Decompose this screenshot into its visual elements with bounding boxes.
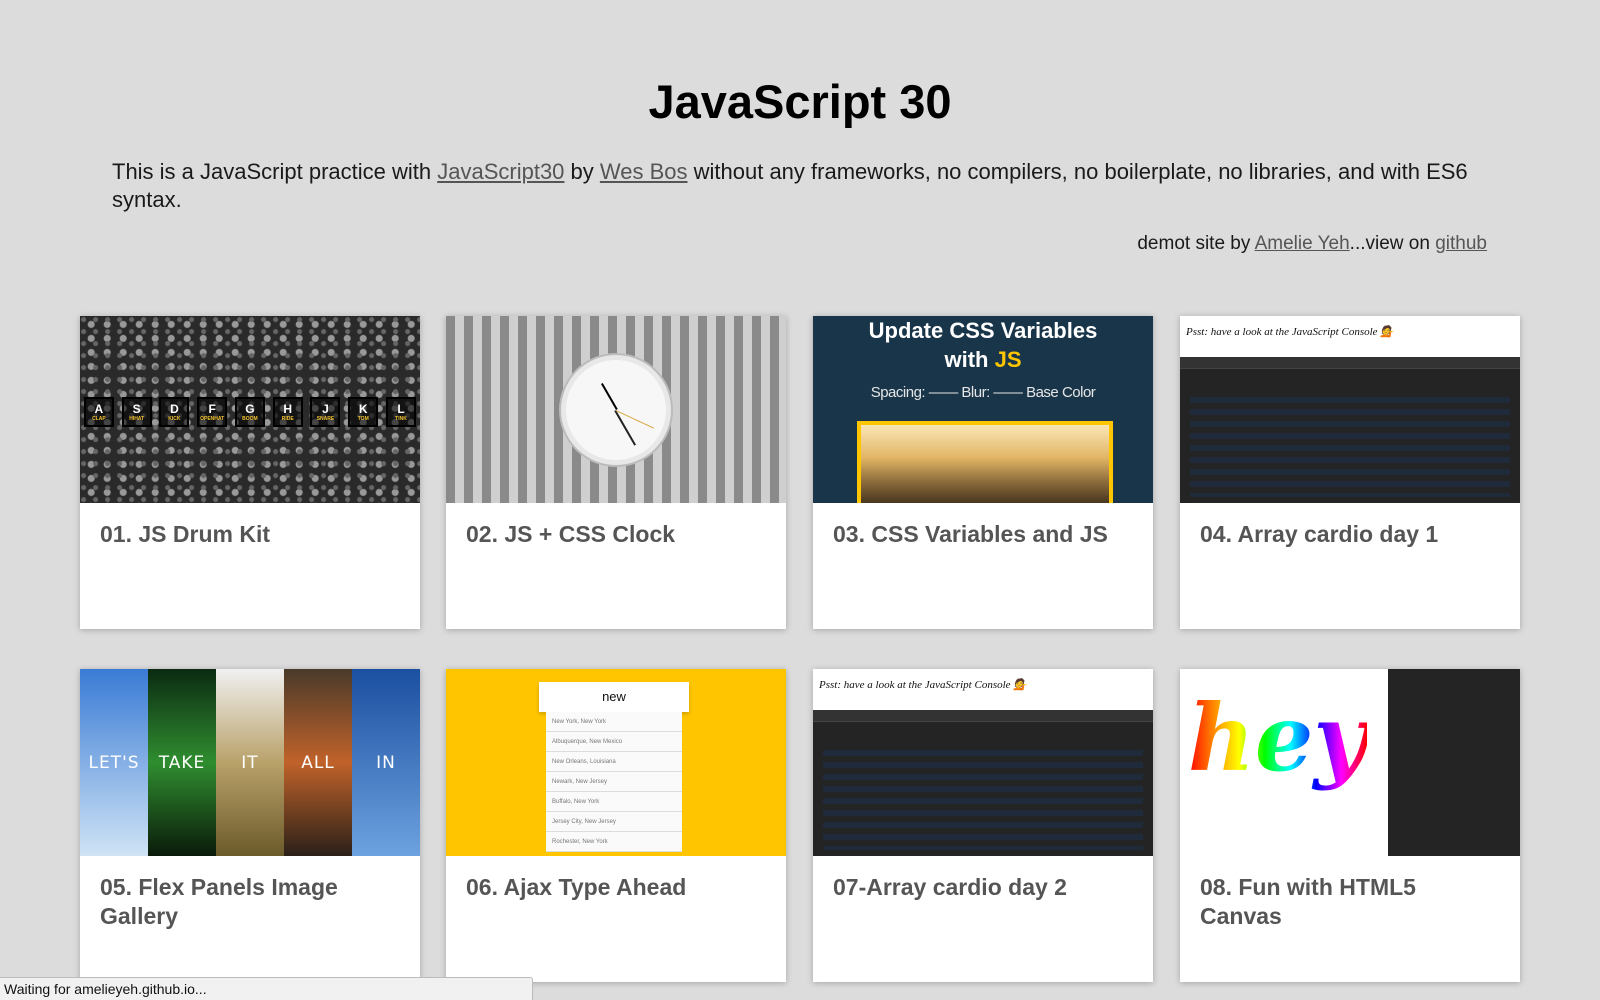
drum-key-sound: TOM bbox=[357, 416, 369, 422]
suggestion-row: Albuquerque, New Mexico bbox=[546, 732, 682, 752]
intro-text: This is a JavaScript practice with bbox=[112, 159, 438, 184]
console-table bbox=[1190, 397, 1510, 497]
page-title: JavaScript 30 bbox=[648, 75, 952, 128]
drum-key: A CLAP bbox=[83, 397, 114, 427]
devtools-tabs bbox=[1180, 357, 1520, 369]
flex-panel: TAKE bbox=[148, 669, 216, 856]
drum-key: H RIDE bbox=[272, 397, 303, 427]
project-card-clock[interactable]: 02. JS + CSS Clock bbox=[446, 316, 786, 629]
console-table bbox=[823, 750, 1143, 850]
card-title: 02. JS + CSS Clock bbox=[466, 521, 676, 547]
drum-key-sound: BOOM bbox=[242, 416, 258, 422]
drum-key-sound: CLAP bbox=[92, 416, 106, 422]
author-link[interactable]: Amelie Yeh bbox=[1255, 233, 1350, 254]
project-card-flex-panels[interactable]: LET'S TAKE IT ALL IN 05. Flex Panels Image G… bbox=[80, 669, 420, 982]
drum-key-sound: TINK bbox=[395, 416, 407, 422]
suggestion-row: Jersey City, New Jersey bbox=[546, 812, 682, 832]
flex-panel: IN bbox=[352, 669, 420, 856]
suggestion-row: Rochester, New York bbox=[546, 832, 682, 852]
drum-kit-thumbnail: A CLAP S HIHAT D KICK F OPENHAT G BOOM H RIDE J SNARE… bbox=[80, 316, 420, 503]
javascript30-link[interactable]: JavaScript30 bbox=[437, 159, 564, 184]
project-card-canvas[interactable]: hey 08. Fun with HTML5 Canvas bbox=[1180, 669, 1520, 982]
vars-heading-line1: Update CSS Variables bbox=[868, 318, 1098, 343]
credit-mid-text: ...view on bbox=[1349, 233, 1436, 254]
drum-key-sound: KICK bbox=[168, 416, 181, 422]
suggestions-list: New York, New York Albuquerque, New Mexic… bbox=[546, 712, 682, 852]
flex-panels-thumbnail: LET'S TAKE IT ALL IN bbox=[80, 669, 420, 856]
css-variables-thumbnail: Update CSS Variables with JS Spacing: —— … bbox=[813, 316, 1153, 503]
drum-key: G BOOM bbox=[234, 397, 265, 427]
suggestion-row: New Orleans, Louisiana bbox=[546, 752, 682, 772]
drum-key: J SNARE bbox=[310, 397, 341, 427]
project-card-array-cardio-2[interactable]: Psst: have a look at the JavaScript Cons… bbox=[813, 669, 1153, 982]
card-title: 03. CSS Variables and JS bbox=[833, 521, 1108, 547]
credit-text: demot site by bbox=[1137, 233, 1255, 254]
card-title: 06. Ajax Type Ahead bbox=[466, 874, 687, 900]
flex-panel: IT bbox=[216, 669, 284, 856]
type-ahead-thumbnail: new New York, New York Albuquerque, New M… bbox=[446, 669, 786, 856]
card-title: 04. Array cardio day 1 bbox=[1200, 521, 1439, 547]
github-link[interactable]: github bbox=[1435, 233, 1487, 254]
vars-heading: Update CSS Variables with JS bbox=[813, 316, 1153, 374]
project-card-type-ahead[interactable]: new New York, New York Albuquerque, New M… bbox=[446, 669, 786, 982]
clock-thumbnail bbox=[446, 316, 786, 503]
flex-panel: LET'S bbox=[80, 669, 148, 856]
devtools-console bbox=[813, 710, 1153, 856]
hey-drawing: hey bbox=[1188, 684, 1367, 792]
drum-key: S HIHAT bbox=[121, 397, 152, 427]
vars-heading-with: with bbox=[944, 347, 995, 372]
project-card-array-cardio-1[interactable]: Psst: have a look at the JavaScript Cons… bbox=[1180, 316, 1520, 629]
vars-heading-js: JS bbox=[994, 347, 1022, 372]
drum-key-sound: RIDE bbox=[281, 416, 294, 422]
card-title: 01. JS Drum Kit bbox=[100, 521, 270, 547]
clock-face bbox=[561, 355, 671, 465]
intro-by-text: by bbox=[564, 159, 600, 184]
drum-keys: A CLAP S HIHAT D KICK F OPENHAT G BOOM H RIDE J SNARE… bbox=[80, 397, 420, 427]
drum-key-sound: OPENHAT bbox=[200, 416, 225, 422]
array-cardio-2-thumbnail: Psst: have a look at the JavaScript Cons… bbox=[813, 669, 1153, 856]
project-card-drum-kit[interactable]: A CLAP S HIHAT D KICK F OPENHAT G BOOM H RIDE J SNARE… bbox=[80, 316, 420, 629]
devtools-console bbox=[1180, 357, 1520, 503]
drum-key: F OPENHAT bbox=[197, 397, 228, 427]
search-box: new bbox=[539, 682, 689, 712]
vars-controls: Spacing: —— Blur: —— Base Color bbox=[870, 384, 1096, 401]
suggestion-row: Buffalo, New York bbox=[546, 792, 682, 812]
card-title: 07-Array cardio day 2 bbox=[833, 874, 1067, 900]
drum-key-sound: HIHAT bbox=[129, 416, 145, 422]
drum-key: D KICK bbox=[159, 397, 190, 427]
flex-panel: ALL bbox=[284, 669, 352, 856]
suggestion-row: New York, New York bbox=[546, 712, 682, 732]
drum-key-sound: SNARE bbox=[316, 416, 335, 422]
card-title: 05. Flex Panels Image Gallery bbox=[100, 874, 338, 929]
devtools-tabs bbox=[813, 710, 1153, 722]
project-card-css-variables[interactable]: Update CSS Variables with JS Spacing: —— … bbox=[813, 316, 1153, 629]
psst-text: Psst: have a look at the JavaScript Cons… bbox=[1186, 326, 1394, 338]
status-bar: Waiting for amelieyeh.github.io... bbox=[0, 977, 533, 1000]
wes-bos-link[interactable]: Wes Bos bbox=[600, 159, 688, 184]
landscape-image bbox=[857, 421, 1113, 503]
psst-text: Psst: have a look at the JavaScript Cons… bbox=[819, 679, 1027, 691]
credit-line: demot site by Amelie Yeh...view on githu… bbox=[1137, 233, 1487, 255]
devtools-panel bbox=[1388, 669, 1520, 856]
drum-key: K TOM bbox=[348, 397, 379, 427]
intro-paragraph: This is a JavaScript practice with JavaS… bbox=[112, 158, 1492, 214]
suggestion-row: Newark, New Jersey bbox=[546, 772, 682, 792]
drum-key: L TINK bbox=[386, 397, 416, 427]
card-title: 08. Fun with HTML5 Canvas bbox=[1200, 874, 1416, 929]
hour-hand bbox=[601, 383, 618, 410]
canvas-thumbnail: hey bbox=[1180, 669, 1520, 856]
array-cardio-1-thumbnail: Psst: have a look at the JavaScript Cons… bbox=[1180, 316, 1520, 503]
